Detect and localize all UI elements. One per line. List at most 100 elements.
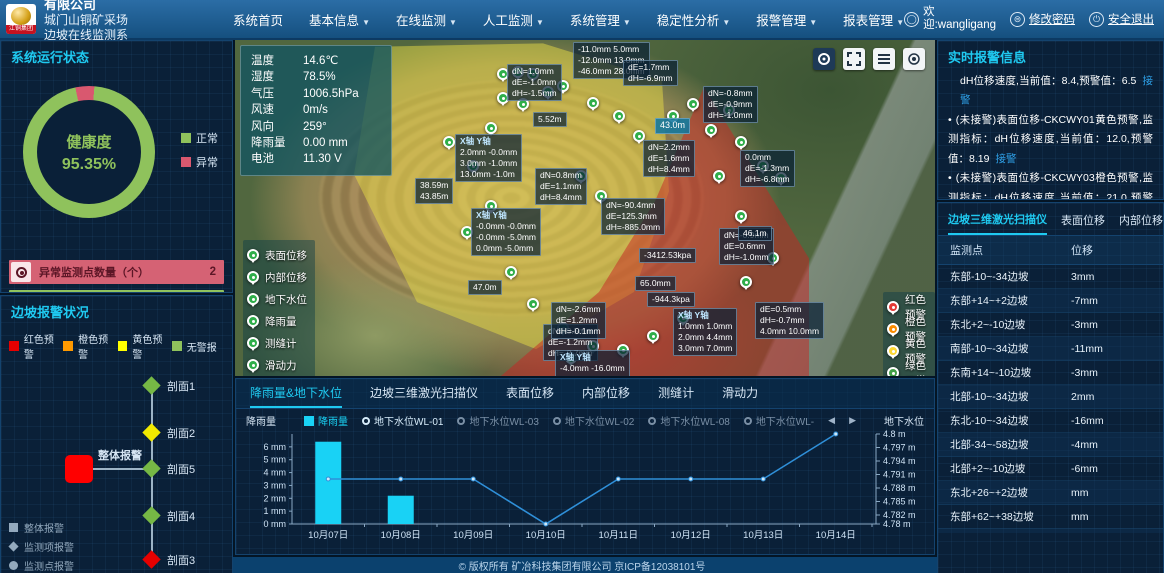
- table-row[interactable]: 东部+38~+14边坡mm: [938, 529, 1163, 533]
- accept-alarm-link[interactable]: 接警: [995, 153, 1016, 165]
- svg-text:2 mm: 2 mm: [264, 493, 287, 503]
- copyright-text: © 版权所有 矿冶科技集团有限公司 京ICP备12038101号: [459, 558, 706, 573]
- chart-legend-item[interactable]: 地下水位WL-01: [362, 413, 443, 428]
- realtime-alarm-list[interactable]: dH位移速度,当前值：8.4,预警值：6.5 接警•(未接警)表面位移-CKCWY…: [938, 68, 1163, 200]
- satellite-map[interactable]: 温度14.6℃湿度78.5%气压1006.5hPa风速0m/s风向259°降雨量…: [235, 40, 935, 376]
- map-pin[interactable]: [687, 98, 699, 110]
- map-pin[interactable]: [740, 276, 752, 288]
- chart-tab[interactable]: 测缝计: [658, 384, 694, 408]
- svg-text:4.782 m: 4.782 m: [883, 510, 916, 520]
- table-tab[interactable]: 内部位移: [1119, 212, 1163, 234]
- table-row[interactable]: 东部+62~+38边坡mm: [938, 505, 1163, 529]
- section-diamond[interactable]: [142, 423, 160, 441]
- displacement-value: -7mm: [1071, 295, 1151, 307]
- main-nav: 系统首页 基本信息▼ 在线监测▼ 人工监测▼ 系统管理▼ 稳定性分析▼ 报警管理▼ 报表管理▼: [233, 10, 904, 29]
- table-row[interactable]: 东部-10~-34边坡3mm: [938, 265, 1163, 289]
- compass-icon[interactable]: [813, 48, 835, 70]
- map-pin[interactable]: [705, 124, 717, 136]
- nav-item[interactable]: 报警管理▼: [756, 10, 817, 29]
- map-pin[interactable]: [527, 298, 539, 310]
- map-pin[interactable]: [613, 110, 625, 122]
- table-row[interactable]: 东北+26~+2边坡mm: [938, 481, 1163, 505]
- map-pin[interactable]: [505, 266, 517, 278]
- label-line: 4.0mm 17.0mm: [560, 374, 625, 376]
- chart-tab[interactable]: 滑动力: [722, 384, 758, 408]
- label-line: dN=0.8mm: [540, 170, 582, 181]
- table-row[interactable]: 北部-10~-34边坡2mm: [938, 385, 1163, 409]
- svg-text:10月11日: 10月11日: [599, 530, 638, 541]
- table-body[interactable]: 东部-10~-34边坡3mm东部+14~+2边坡-7mm东北+2~-10边坡-3…: [938, 265, 1163, 533]
- section-diamond[interactable]: [142, 459, 160, 477]
- label-header: X轴 Y轴: [460, 136, 517, 147]
- chart-legend-item[interactable]: 地下水位WL-: [744, 413, 814, 428]
- alarm-text: dH位移速度,当前值：8.4,预警值：6.5: [960, 75, 1136, 87]
- monitor-point-name: 东南+14~-10边坡: [950, 365, 1031, 380]
- chart-legend-item[interactable]: 地下水位WL-03: [457, 413, 538, 428]
- fullscreen-icon[interactable]: [843, 48, 865, 70]
- logout-button[interactable]: ⏻ 安全退出: [1089, 11, 1154, 27]
- map-measurement-label: X轴 Y轴2.0mm -0.0mm3.0mm -1.0mm13.0mm -1.0…: [455, 134, 522, 182]
- map-pin[interactable]: [713, 170, 725, 182]
- nav-item[interactable]: 稳定性分析▼: [657, 10, 730, 29]
- overall-alarm-square[interactable]: [65, 455, 93, 483]
- alarm-item: •(未接警)表面位移-CKCWY01黄色预警,监测指标：dH位移速度,当前值：1…: [948, 111, 1153, 169]
- weather-value: 14.6℃: [303, 53, 338, 69]
- label-line: dN=2.2mm: [648, 142, 690, 153]
- displacement-value: -4mm: [1071, 439, 1151, 451]
- map-pin[interactable]: [485, 122, 497, 134]
- chart-tabs: 降雨量&地下水位 边坡三维激光扫描仪 表面位移 内部位移 测缝计 滑动力: [236, 379, 934, 409]
- label-line: dH=-0.7mm: [760, 315, 819, 326]
- chart-legend-item[interactable]: 地下水位WL-08: [648, 413, 729, 428]
- nav-item[interactable]: 报表管理▼: [843, 10, 904, 29]
- table-row[interactable]: 北部-34~-58边坡-4mm: [938, 433, 1163, 457]
- locate-icon[interactable]: [903, 48, 925, 70]
- table-row[interactable]: 东部+14~+2边坡-7mm: [938, 289, 1163, 313]
- section-diamond[interactable]: [142, 376, 160, 394]
- sensor-legend-item: 测缝计: [247, 332, 307, 354]
- legend-list-icon[interactable]: [873, 48, 895, 70]
- nav-item[interactable]: 在线监测▼: [396, 10, 457, 29]
- nav-item[interactable]: 系统首页: [233, 10, 283, 29]
- table-tab[interactable]: 表面位移: [1061, 212, 1105, 234]
- legend-next-arrow[interactable]: ▶: [849, 415, 856, 426]
- svg-text:10月14日: 10月14日: [816, 530, 856, 541]
- sensor-legend-label: 地下水位: [265, 292, 307, 307]
- displacement-value: 3mm: [1071, 271, 1151, 283]
- map-pin[interactable]: [735, 210, 747, 222]
- left-column: 系统运行状态 健康度 95.35% 正常异常 异常监测点数量（个）2正常监测点数…: [0, 40, 233, 573]
- alarm-level-legend-item: 无警报: [172, 331, 226, 361]
- legend-prev-arrow[interactable]: ◀: [828, 415, 835, 426]
- map-pin[interactable]: [587, 97, 599, 109]
- nav-item[interactable]: 基本信息▼: [309, 10, 370, 29]
- nav-item[interactable]: 系统管理▼: [570, 10, 631, 29]
- section-diamond[interactable]: [142, 506, 160, 524]
- chart-tab[interactable]: 边坡三维激光扫描仪: [370, 384, 478, 408]
- chart-tab[interactable]: 降雨量&地下水位: [250, 384, 342, 408]
- svg-text:5 mm: 5 mm: [264, 455, 287, 465]
- table-row[interactable]: 东北-10~-34边坡-16mm: [938, 409, 1163, 433]
- label-line: dE=1.7mm: [628, 62, 673, 73]
- label-header: X轴 Y轴: [476, 210, 536, 221]
- map-pin[interactable]: [443, 136, 455, 148]
- chart-tab[interactable]: 内部位移: [582, 384, 630, 408]
- chart-legend-item[interactable]: 地下水位WL-02: [553, 413, 634, 428]
- nav-item[interactable]: 人工监测▼: [483, 10, 544, 29]
- map-pin[interactable]: [735, 136, 747, 148]
- table-tab[interactable]: 边坡三维激光扫描仪: [948, 211, 1047, 235]
- svg-text:10月13日: 10月13日: [743, 530, 783, 541]
- chart-legend-item[interactable]: 降雨量: [304, 413, 348, 428]
- green-pin-icon: [247, 249, 259, 261]
- section-diamond[interactable]: [142, 550, 160, 568]
- table-row[interactable]: 东北+2~-10边坡-3mm: [938, 313, 1163, 337]
- table-row[interactable]: 北部+2~-10边坡-6mm: [938, 457, 1163, 481]
- table-row[interactable]: 东南+14~-10边坡-3mm: [938, 361, 1163, 385]
- svg-text:4.794 m: 4.794 m: [883, 456, 916, 466]
- map-pin[interactable]: [647, 330, 659, 342]
- line-marker-icon: [648, 417, 656, 425]
- map-measurement-label: -3412.53kpa: [639, 248, 696, 263]
- change-password-button[interactable]: ⊜ 修改密码: [1010, 11, 1075, 27]
- health-label: 健康度: [66, 131, 111, 152]
- table-row[interactable]: 南部-10~-34边坡-11mm: [938, 337, 1163, 361]
- chart-tab[interactable]: 表面位移: [506, 384, 554, 408]
- displacement-value: -11mm: [1071, 343, 1151, 355]
